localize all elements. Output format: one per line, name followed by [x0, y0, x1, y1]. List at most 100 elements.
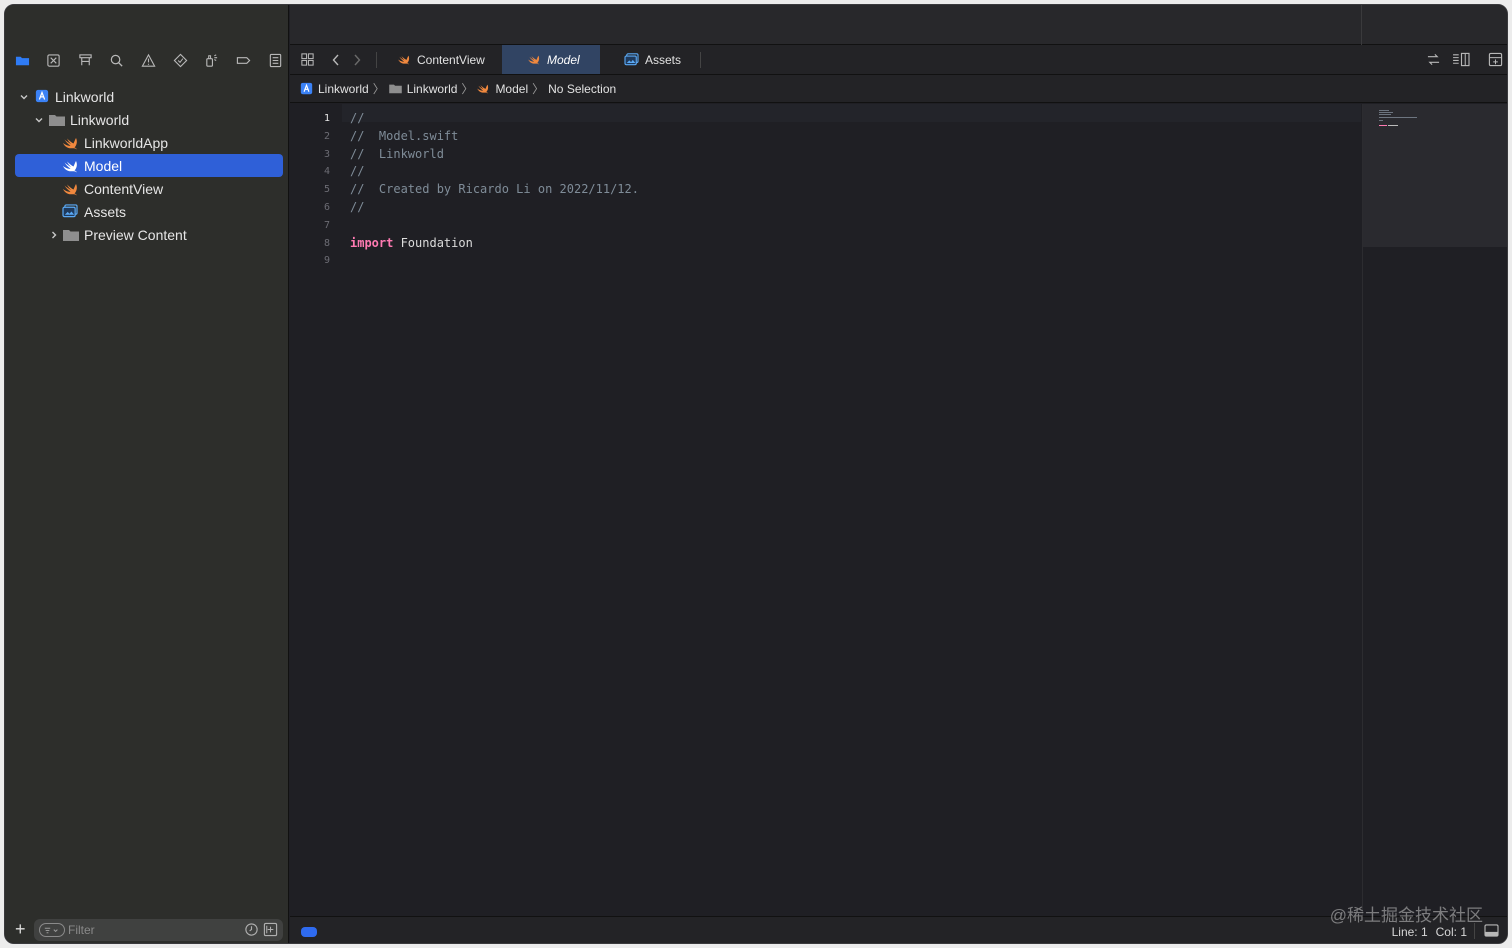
window-toolbar: [290, 5, 1507, 45]
recent-files-clock-icon[interactable]: [244, 922, 259, 937]
tree-item-file-selected[interactable]: Model: [15, 154, 283, 177]
tab-model[interactable]: Model: [502, 45, 600, 74]
chevron-right-icon: 〉: [372, 82, 385, 96]
line-number: 3: [323, 148, 330, 160]
code-text: Foundation: [393, 235, 473, 250]
code-line: //: [350, 164, 365, 179]
xcode-window: Linkworld Linkworld LinkworldApp Model C…: [4, 4, 1508, 944]
tree-item-assets[interactable]: Assets: [5, 200, 289, 223]
tree-item-label: Linkworld: [70, 111, 130, 128]
jumpbar-label: Model: [495, 81, 529, 96]
line-number: 4: [323, 166, 330, 178]
tree-item-file[interactable]: LinkworldApp: [5, 131, 289, 154]
navigator-selector-bar: [5, 45, 289, 75]
debug-spray-icon[interactable]: [204, 52, 220, 68]
xcode-project-icon: [35, 89, 49, 103]
debug-area-toggle-icon[interactable]: [301, 927, 317, 937]
tree-item-project[interactable]: Linkworld: [5, 85, 289, 108]
line-number-gutter: 1 2 3 4 5 6 7 8 9: [290, 110, 334, 270]
code-line: // Linkworld: [350, 146, 444, 161]
test-diamond-icon[interactable]: [172, 52, 188, 68]
hierarchy-icon[interactable]: [77, 52, 93, 68]
source-control-filter-icon[interactable]: [263, 922, 278, 937]
code-line: // Model.swift: [350, 128, 459, 143]
jumpbar-symbol[interactable]: No Selection: [548, 82, 616, 96]
add-editor-icon[interactable]: [1488, 52, 1503, 72]
tab-contentview[interactable]: ContentView: [386, 45, 502, 74]
tree-item-label: Model: [84, 157, 123, 174]
chevron-right-icon[interactable]: [49, 230, 59, 240]
tree-item-label: Linkworld: [55, 88, 115, 105]
chevron-left-icon[interactable]: [331, 53, 341, 72]
warning-icon[interactable]: [141, 52, 157, 68]
folder-icon: [388, 84, 402, 94]
tab-divider: [700, 52, 701, 68]
tree-item-group[interactable]: Preview Content: [5, 223, 289, 246]
source-control-icon[interactable]: [46, 52, 62, 68]
asset-catalog-icon: [624, 53, 639, 66]
search-icon[interactable]: [109, 52, 125, 68]
swift-icon: [398, 55, 410, 65]
editor-options-icon[interactable]: [1452, 52, 1471, 72]
swift-icon: [63, 138, 77, 150]
jump-bar: Linkworld 〉 Linkworld 〉 Model 〉 No Selec…: [290, 75, 1507, 103]
panel-toggle-icon[interactable]: [1484, 924, 1499, 940]
tab-label: Assets: [645, 52, 682, 67]
xcode-project-icon: [300, 82, 313, 95]
line-number: 8: [323, 237, 330, 249]
asset-catalog-icon: [62, 204, 78, 218]
jumpbar-project[interactable]: Linkworld: [300, 82, 369, 96]
tree-item-label: Preview Content: [84, 226, 187, 243]
tree-item-group[interactable]: Linkworld: [5, 108, 289, 131]
code-line: import Foundation: [350, 235, 639, 253]
source-editor[interactable]: 1 2 3 4 5 6 7 8 9 // // Model.swift // L…: [290, 104, 1361, 916]
minimap[interactable]: [1362, 104, 1507, 916]
jumpbar-file[interactable]: Model: [477, 82, 528, 96]
tree-item-label: LinkworldApp: [84, 134, 169, 151]
project-tree: Linkworld Linkworld LinkworldApp Model C…: [5, 85, 289, 246]
tree-item-label: ContentView: [84, 180, 164, 197]
breakpoint-icon[interactable]: [235, 52, 251, 68]
chevron-down-icon[interactable]: [19, 92, 29, 102]
chevron-right-icon[interactable]: [352, 53, 362, 72]
chevron-down-icon[interactable]: [34, 115, 44, 125]
tree-item-label: Assets: [84, 203, 127, 220]
jumpbar-label: No Selection: [548, 81, 617, 96]
jumpbar-label: Linkworld: [406, 81, 458, 96]
cursor-position: Line: 1 Col: 1: [1392, 925, 1467, 939]
filter-options-icon[interactable]: [39, 923, 65, 937]
related-items-swap-icon[interactable]: [1426, 53, 1441, 71]
line-number: 9: [323, 255, 330, 267]
code-line: //: [350, 111, 365, 125]
folder-icon: [63, 230, 79, 241]
tab-divider: [376, 52, 377, 68]
swift-icon: [528, 55, 540, 65]
report-icon[interactable]: [267, 52, 283, 68]
watermark: @稀土掘金技术社区: [1329, 906, 1483, 925]
line-number: 2: [323, 130, 330, 142]
minimap-preview: [1379, 110, 1417, 126]
tree-item-file[interactable]: ContentView: [5, 177, 289, 200]
filter-input[interactable]: [68, 922, 228, 938]
minimap-visible-region[interactable]: [1363, 104, 1507, 247]
tab-assets[interactable]: Assets: [600, 45, 700, 74]
grid-icon[interactable]: [300, 52, 315, 72]
chevron-right-icon: 〉: [461, 82, 474, 96]
column-indicator: Col: 1: [1435, 925, 1467, 939]
jumpbar-label: Linkworld: [318, 81, 369, 96]
folder-icon[interactable]: [14, 52, 30, 68]
code-keyword: import: [350, 235, 394, 250]
jumpbar-group[interactable]: Linkworld: [388, 81, 458, 96]
swift-icon: [63, 184, 77, 196]
tab-label: ContentView: [417, 52, 485, 67]
swift-icon: [477, 84, 489, 94]
navigator-sidebar: Linkworld Linkworld LinkworldApp Model C…: [5, 5, 289, 943]
navigator-filter-bar: +: [5, 915, 289, 943]
chevron-right-icon: 〉: [532, 82, 545, 96]
code-line: // Created by Ricardo Li on 2022/11/12.: [350, 182, 639, 197]
filter-accessories: [244, 922, 278, 937]
add-icon[interactable]: +: [15, 920, 26, 938]
tab-label: Model: [547, 52, 580, 67]
